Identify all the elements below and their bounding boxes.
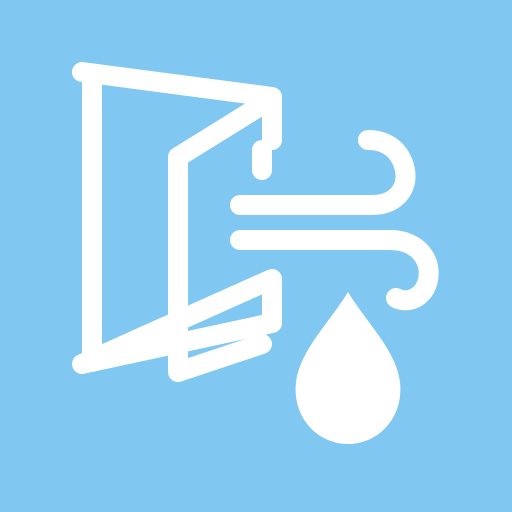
water-drop-icon xyxy=(295,292,401,444)
water-drop xyxy=(295,292,401,444)
open-door-icon xyxy=(72,62,282,382)
app-icon xyxy=(0,0,512,512)
icon-artwork xyxy=(72,62,439,444)
